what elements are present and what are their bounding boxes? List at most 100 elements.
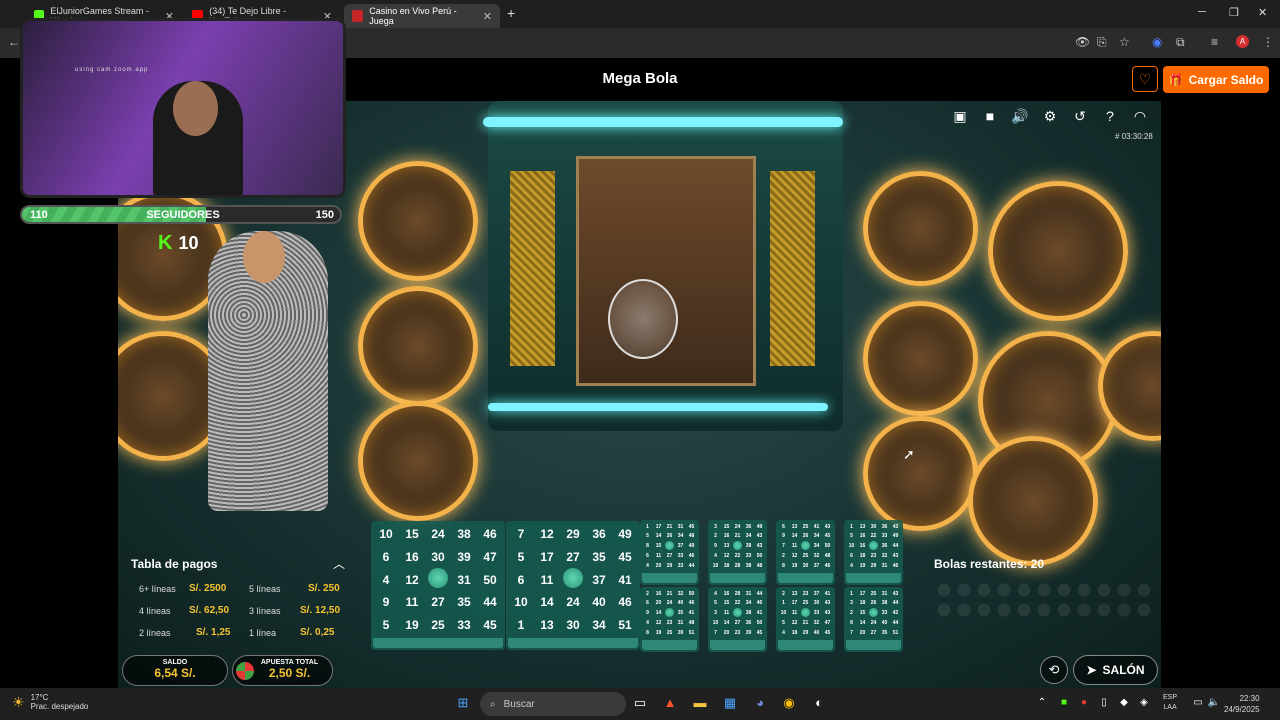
bingo-cell: 6 <box>382 549 390 564</box>
menu-list-icon[interactable]: ≡ <box>1211 35 1218 49</box>
card-footer <box>846 572 901 583</box>
bingo-cell: 19 <box>405 617 419 632</box>
new-tab-button[interactable]: + <box>507 5 515 21</box>
bingo-cell: 49 <box>688 543 695 550</box>
tray-app-icon[interactable]: ● <box>1076 695 1092 711</box>
bingo-cell: 33 <box>457 617 471 632</box>
bingo-cell: 41 <box>824 590 831 597</box>
cargar-saldo-button[interactable]: 🎁 Cargar Saldo <box>1163 66 1269 93</box>
maximize-button[interactable]: ❐ <box>1229 6 1239 19</box>
bingo-cell: 23 <box>666 620 673 627</box>
bingo-cell: 45 <box>824 629 831 636</box>
favorite-button[interactable]: ♡ <box>1132 66 1158 92</box>
task-view-icon[interactable]: ▭ <box>632 695 648 711</box>
taskbar-search[interactable]: ⌕ Buscar <box>480 692 626 716</box>
bingo-cell: 27 <box>431 595 445 610</box>
app-icon[interactable]: ◐ <box>811 695 827 711</box>
headset-icon[interactable]: ◠ <box>1130 106 1150 126</box>
system-clock[interactable]: 22:30 24/9/2025 <box>1224 693 1260 715</box>
bingo-cell: 23 <box>802 590 809 597</box>
bingo-cell: 3 <box>850 600 853 607</box>
bingo-cell: 43 <box>824 610 831 617</box>
folder-icon[interactable]: ▬ <box>692 695 708 711</box>
drawn-balls-tray <box>934 580 1154 622</box>
bingo-cell: 27 <box>870 629 877 636</box>
bingo-card: 2 13 23 37 41 1 17 25 30 43 10 11 33 43 5 12 21 32 47 4 18 29… <box>776 587 835 652</box>
chevron-up-icon[interactable]: ︿ <box>333 555 345 572</box>
bingo-cell: 38 <box>745 610 752 617</box>
change-cards-button[interactable]: ⟲ <box>1040 656 1068 684</box>
bingo-cell <box>868 607 879 619</box>
network-icon[interactable]: ▭ <box>1190 695 1206 711</box>
extension-icon[interactable]: ◉ <box>1152 35 1162 49</box>
bingo-cell: 30 <box>431 549 445 564</box>
bingo-cell: 15 <box>723 523 730 530</box>
weather-widget[interactable]: ☀ 17°C Prac. despejado <box>12 693 88 711</box>
chrome-icon[interactable]: ◉ <box>781 695 797 711</box>
language-indicator[interactable]: ESP LAA <box>1163 693 1177 713</box>
store-icon[interactable]: ▦ <box>722 695 738 711</box>
bingo-cell: 12 <box>791 620 798 627</box>
profile-avatar[interactable]: A <box>1236 35 1249 48</box>
close-icon[interactable]: ✕ <box>483 10 492 23</box>
tray-app-icon[interactable]: ▯ <box>1096 695 1112 711</box>
star-icon[interactable]: ☆ <box>1119 35 1130 49</box>
more-menu-icon[interactable]: ⋮ <box>1262 35 1274 49</box>
bingo-cell: 31 <box>677 620 684 627</box>
tray-chevron-icon[interactable]: ⌃ <box>1034 695 1050 711</box>
remaining-balls: Bolas restantes: 20 <box>934 557 1045 571</box>
install-icon[interactable]: ⎘ <box>1097 35 1107 50</box>
cargar-saldo-label: Cargar Saldo <box>1188 72 1264 87</box>
marked-ball <box>869 540 878 550</box>
bingo-cell: 43 <box>824 600 831 607</box>
bingo-cell: 29 <box>666 562 673 569</box>
tray-app-icon[interactable]: ■ <box>1056 695 1072 711</box>
weather-temp: 17°C <box>30 693 49 702</box>
tray-app-icon[interactable]: ◈ <box>1136 695 1152 711</box>
brave-icon[interactable]: ▲ <box>662 695 678 711</box>
windows-start-icon[interactable]: ⊞ <box>455 695 471 711</box>
bingo-cell: 1 <box>646 523 649 530</box>
video-icon[interactable]: ■ <box>980 106 1000 126</box>
bingo-cell: 1 <box>850 590 853 597</box>
history-icon[interactable]: ↺ <box>1070 106 1090 126</box>
chat-icon[interactable]: ▣ <box>950 106 970 126</box>
minimize-button[interactable]: ─ <box>1198 6 1206 18</box>
decor-ring <box>968 436 1098 566</box>
puzzle-icon[interactable]: ⧉ <box>1176 35 1185 50</box>
tray-app-icon[interactable]: ◆ <box>1116 695 1132 711</box>
webcam-overlay: using cam zoom app <box>20 18 346 198</box>
bingo-cell: 1 <box>782 600 785 607</box>
tab-casino[interactable]: Casino en Vivo Perú - Juega ✕ <box>344 4 500 28</box>
paytable-label: 1 línea <box>249 628 277 638</box>
salon-button[interactable]: ➤ SALÓN <box>1073 655 1158 685</box>
discord-icon[interactable]: ◕ <box>752 695 768 711</box>
paytable-value: S/. 0,25 <box>300 627 335 638</box>
speaker-icon[interactable]: 🔈 <box>1206 695 1222 711</box>
bingo-cell: 20 <box>859 629 866 636</box>
apuesta-label: APUESTA TOTAL <box>260 659 319 666</box>
volume-icon[interactable]: 🔊 <box>1010 106 1030 126</box>
bingo-cell: 51 <box>688 629 695 636</box>
bingo-cell: 4 <box>782 629 785 636</box>
bingo-cell: 30 <box>566 617 580 632</box>
bingo-cell: 12 <box>405 572 419 587</box>
bingo-cell: 46 <box>824 562 831 569</box>
help-icon[interactable]: ? <box>1100 106 1120 126</box>
settings-icon[interactable]: ⚙ <box>1040 106 1060 126</box>
eye-icon[interactable]: 👁 <box>1075 35 1090 49</box>
bingo-cell: 18 <box>723 562 730 569</box>
bingo-cell <box>800 540 811 552</box>
bingo-cell: 36 <box>592 527 606 542</box>
bingo-cell: 25 <box>870 590 877 597</box>
back-icon[interactable]: ← <box>8 35 20 49</box>
close-window-button[interactable]: ✕ <box>1258 6 1267 19</box>
heart-icon: ♡ <box>1138 71 1152 87</box>
card-footer <box>710 639 765 650</box>
bingo-card: 3 15 24 36 49 2 16 21 34 43 9 13 39 43 4 12 22 33 50 10 18 28… <box>708 520 767 585</box>
bingo-cell: 25 <box>802 523 809 530</box>
marked-ball <box>869 607 878 617</box>
sun-icon: ☀ <box>12 693 25 710</box>
bingo-cell: 7 <box>714 629 717 636</box>
bingo-cell: 12 <box>723 553 730 560</box>
